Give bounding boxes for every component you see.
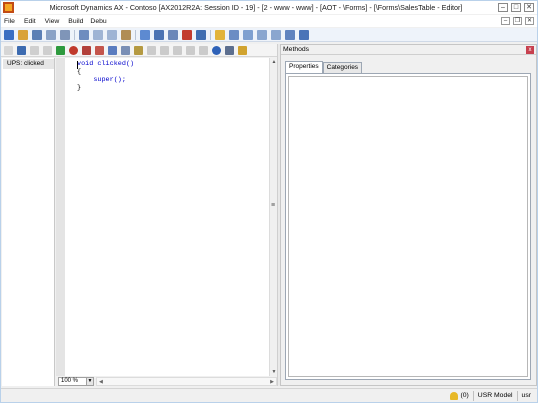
methods-panel-header: Methods x [281,45,536,55]
main-toolbar [1,28,537,42]
splitter-grip-icon[interactable]: ≡ [269,202,277,210]
method-list: UPS: clicked [2,58,55,386]
dynamics-ax-icon [3,2,14,13]
breakpoint-icon[interactable] [69,45,78,55]
code-line: } [77,84,82,92]
tab-properties[interactable]: Properties [285,61,323,73]
undo-icon[interactable] [30,45,39,55]
menu-view[interactable]: View [45,18,60,25]
outdent-icon[interactable] [186,45,195,55]
menu-edit[interactable]: Edit [24,18,36,25]
menu-debug[interactable]: Debu [90,18,106,25]
menu-file[interactable]: File [4,18,15,25]
editor-horizontal-scrollbar[interactable]: ◀ ▶ [96,376,277,386]
new-icon[interactable] [4,29,14,40]
mdi-close-button[interactable]: ✕ [525,17,534,25]
compile-method-icon[interactable] [108,45,117,55]
method-list-item[interactable]: UPS: clicked [3,59,54,69]
editor-bottom-bar: 100 % ▼ ◀ ▶ [56,376,277,386]
list-methods-icon[interactable] [225,45,234,55]
alert-icon[interactable] [215,29,225,40]
help-icon[interactable] [182,29,192,40]
toggle-breakpoint-icon[interactable] [95,45,104,55]
window-icon[interactable] [285,29,295,40]
minimize-button[interactable]: – [498,3,508,12]
window-title: Microsoft Dynamics AX - Contoso [AX2012R… [49,3,463,12]
code-editor[interactable]: void clicked() { super(); } [65,58,269,376]
mdi-controls: – ❐ ✕ [501,17,534,25]
scroll-right-icon[interactable]: ▶ [270,378,274,386]
close-button[interactable]: ✕ [524,3,534,12]
mdi-restore-button[interactable]: ❐ [513,17,522,25]
window-controls: – □ ✕ [498,3,534,12]
help-icon[interactable] [212,45,221,55]
save-icon[interactable] [32,29,42,40]
navigate-icon[interactable] [154,29,164,40]
paste-icon[interactable] [121,29,131,40]
methods-panel: Methods x Properties Categories [280,44,537,386]
layer-icon[interactable] [299,29,309,40]
cut-icon[interactable] [93,29,103,40]
run-icon[interactable] [56,45,65,55]
status-bar: (0) USR Model usr [1,388,537,402]
remove-breakpoints-icon[interactable] [82,45,91,55]
find-in-code-icon[interactable] [199,45,208,55]
close-icon[interactable]: x [526,46,534,54]
open-icon[interactable] [18,29,28,40]
code-line: super(); [77,76,126,84]
debug-icon[interactable] [243,29,253,40]
menu-bar: File Edit View Build Debu – ❐ ✕ [1,15,537,27]
editor-toolbar [1,44,277,57]
scroll-left-icon[interactable]: ◀ [99,378,103,386]
uncomment-icon[interactable] [160,45,169,55]
mdi-minimize-button[interactable]: – [501,17,510,25]
status-separator [516,390,518,401]
aot-icon[interactable] [196,29,206,40]
save-method-icon[interactable] [17,45,26,55]
compile-icon[interactable] [229,29,239,40]
toolbar-separator [210,29,211,40]
print-preview-icon[interactable] [60,29,70,40]
tab-categories[interactable]: Categories [322,62,363,73]
code-line: { [77,68,82,76]
script-icon[interactable] [134,45,143,55]
title-bar: Microsoft Dynamics AX - Contoso [AX2012R… [1,1,537,14]
new-method-icon[interactable] [4,45,13,55]
status-model: USR Model [477,392,513,399]
app-window: Microsoft Dynamics AX - Contoso [AX2012R… [0,0,538,403]
copy-icon[interactable] [107,29,117,40]
code-line: void clicked() [77,60,135,68]
print-icon[interactable] [46,29,56,40]
chevron-down-icon[interactable]: ▼ [86,377,93,385]
link-icon[interactable] [238,45,247,55]
properties-grid[interactable] [285,73,531,380]
methods-panel-title: Methods [283,46,310,53]
notification-count[interactable]: (0) [460,392,468,399]
properties-grid-inner [288,76,528,377]
lookup-icon[interactable] [121,45,130,55]
status-layer: usr [521,392,531,399]
property-tabs: Properties Categories [285,61,363,73]
sort-icon[interactable] [168,29,178,40]
find-icon[interactable] [140,29,150,40]
editor-vertical-scrollbar[interactable]: ▲ ▼ [269,58,277,376]
maximize-button[interactable]: □ [511,3,521,12]
toolbar-separator [74,29,75,40]
status-separator [472,390,474,401]
text-caret [77,61,78,69]
notification-bell-icon[interactable] [450,391,459,400]
redo-icon[interactable] [43,45,52,55]
menu-build[interactable]: Build [68,18,83,25]
toolbar-separator [135,29,136,40]
project-icon[interactable] [257,29,267,40]
zoom-select[interactable]: 100 % ▼ [58,376,94,386]
comment-icon[interactable] [147,45,156,55]
zoom-value: 100 % [61,378,79,384]
editor-gutter[interactable] [56,58,65,376]
indent-icon[interactable] [173,45,182,55]
filter-icon[interactable] [79,29,89,40]
properties-icon[interactable] [271,29,281,40]
